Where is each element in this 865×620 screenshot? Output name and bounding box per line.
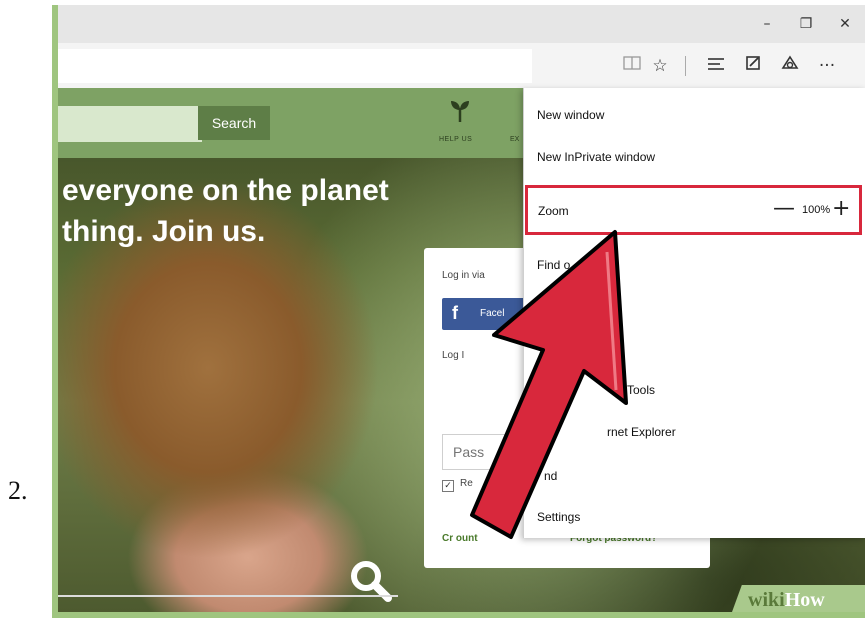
login-via-label: Log in via: [442, 270, 485, 281]
zoom-level: 100%: [802, 204, 831, 216]
toolbar-separator: [685, 56, 686, 76]
menu-item-new-window[interactable]: New window: [537, 108, 604, 122]
step-number: 2.: [8, 476, 28, 505]
more-icon[interactable]: ···: [815, 55, 839, 77]
maximize-button[interactable]: ❐: [795, 16, 817, 32]
close-button[interactable]: ✕: [834, 16, 856, 32]
sprout-icon[interactable]: [450, 98, 470, 127]
menu-item-find[interactable]: Find o: [537, 258, 570, 272]
minimize-button[interactable]: –: [756, 16, 778, 32]
zoom-in-button[interactable]: +: [832, 196, 850, 221]
zoom-highlight: Zoom — 100% +: [525, 185, 862, 235]
menu-item-new-inprivate[interactable]: New InPrivate window: [537, 150, 655, 164]
more-actions-menu: New window New InPrivate window Zoom — 1…: [523, 88, 865, 538]
menu-item-dev-tools[interactable]: Tools: [627, 383, 655, 397]
divider: [58, 595, 398, 597]
screenshot-frame: – ❐ ✕ ☆ ··· Search HELP US EX everyone o…: [52, 5, 865, 618]
site-search-button[interactable]: Search: [198, 106, 270, 140]
hero-headline-line1: everyone on the planet: [62, 174, 389, 207]
create-account-link[interactable]: Cr ount: [442, 533, 478, 544]
wikihow-logo: wikiHow: [748, 589, 825, 612]
web-note-icon[interactable]: [741, 55, 765, 77]
remember-label: Re: [460, 478, 473, 489]
zoom-out-button[interactable]: —: [773, 196, 795, 221]
menu-item-open-ie[interactable]: rnet Explorer: [607, 425, 676, 439]
hero-headline-line2: thing. Join us.: [62, 215, 266, 248]
facebook-label: Facel: [480, 308, 505, 319]
nav-ex[interactable]: EX: [510, 136, 519, 143]
facebook-icon: f: [452, 303, 458, 323]
site-search-input[interactable]: [58, 106, 202, 142]
magnifier-icon[interactable]: [348, 558, 394, 612]
address-input[interactable]: [58, 49, 532, 83]
watermark-wiki: wiki: [748, 589, 785, 611]
remember-checkbox[interactable]: ✓: [442, 480, 454, 492]
menu-item-settings[interactable]: Settings: [537, 510, 580, 524]
address-bar: ☆ ···: [58, 43, 865, 89]
zoom-label: Zoom: [538, 204, 569, 218]
title-bar: – ❐ ✕: [58, 5, 865, 43]
browser-window: – ❐ ✕ ☆ ··· Search HELP US EX everyone o…: [58, 5, 865, 612]
hub-icon[interactable]: [704, 55, 728, 77]
login-label: Log I: [442, 350, 465, 361]
star-icon[interactable]: ☆: [648, 55, 672, 77]
nav-help-us[interactable]: HELP US: [439, 136, 472, 143]
menu-item-pin[interactable]: nd: [544, 469, 557, 483]
book-icon[interactable]: [620, 55, 644, 77]
watermark-how: How: [784, 589, 825, 611]
share-icon[interactable]: [778, 55, 802, 77]
